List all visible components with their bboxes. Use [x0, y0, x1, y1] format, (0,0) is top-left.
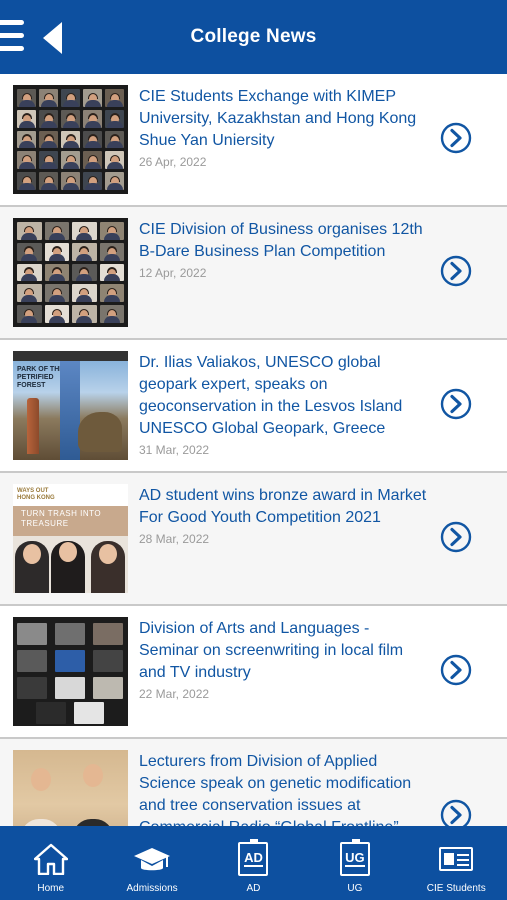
news-item[interactable]: CIE Division of Business organises 12th …: [0, 207, 507, 340]
participant-tile: [72, 263, 97, 282]
participant-tile: [39, 172, 58, 190]
participant-tile: [44, 242, 69, 261]
news-item[interactable]: CIE Students Exchange with KIMEP Univers…: [0, 74, 507, 207]
chevron-right-circle-icon[interactable]: [440, 654, 472, 686]
participant-tile: [83, 89, 102, 107]
news-title: CIE Students Exchange with KIMEP Univers…: [139, 88, 417, 149]
news-thumbnail: [13, 218, 128, 327]
participant-tile: [61, 151, 80, 170]
page-title: College News: [190, 26, 317, 47]
chevron-right-circle-icon[interactable]: [440, 122, 472, 154]
news-date: 28 Mar, 2022: [139, 532, 210, 546]
news-date: 22 Mar, 2022: [139, 687, 210, 701]
participant-tile: [17, 284, 42, 303]
participant-tile: [72, 222, 97, 240]
news-item[interactable]: WAYS OUT HONG KONG TURN TRASH INTO TREAS…: [0, 473, 507, 606]
tab-home[interactable]: Home: [1, 841, 101, 894]
news-title: CIE Division of Business organises 12th …: [139, 221, 423, 260]
participant-tile: [83, 172, 102, 190]
tab-ad[interactable]: AD AD: [203, 839, 303, 894]
news-thumbnail: WAYS OUT HONG KONG TURN TRASH INTO TREAS…: [13, 484, 128, 593]
chevron-right-circle-icon[interactable]: [440, 388, 472, 420]
participant-tile: [99, 242, 124, 261]
participant-tile: [17, 89, 36, 107]
news-item[interactable]: Division of Arts and Languages - Seminar…: [0, 606, 507, 739]
participant-tile: [17, 263, 42, 282]
chevron-right-circle-icon[interactable]: [440, 255, 472, 287]
chevron-right-circle-icon[interactable]: [440, 521, 472, 553]
news-title: Division of Arts and Languages - Seminar…: [139, 620, 404, 681]
news-item[interactable]: PARK OF THE PETRIFIED FOREST Dr. Ilias V…: [0, 340, 507, 473]
tab-admissions[interactable]: Admissions: [102, 841, 202, 894]
news-thumbnail: [13, 617, 128, 726]
participant-tile: [17, 305, 42, 323]
tab-label: Admissions: [126, 883, 178, 894]
participant-tile: [61, 109, 80, 128]
participant-tile: [72, 284, 97, 303]
news-date: 26 Apr, 2022: [139, 155, 207, 169]
tab-label: UG: [347, 883, 363, 894]
news-list: CIE Students Exchange with KIMEP Univers…: [0, 74, 507, 826]
participant-tile: [39, 130, 58, 149]
news-thumbnail: PARK OF THE PETRIFIED FOREST: [13, 351, 128, 460]
student-card-icon: [439, 847, 474, 871]
ug-badge-icon: UG: [339, 839, 370, 876]
thumbnail-slogan: TURN TRASH INTO TREASURE: [21, 509, 102, 528]
participant-tile: [44, 222, 69, 240]
participant-tile: [105, 109, 124, 128]
participant-tile: [72, 242, 97, 261]
tab-cie-students[interactable]: CIE Students: [406, 841, 506, 894]
thumbnail-logo: WAYS OUT HONG KONG: [17, 488, 55, 501]
participant-tile: [17, 172, 36, 190]
hamburger-icon[interactable]: [0, 16, 26, 56]
news-title: Lecturers from Division of Applied Scien…: [139, 753, 412, 826]
news-thumbnail: [13, 85, 128, 194]
participant-tile: [44, 284, 69, 303]
participant-tile: [72, 305, 97, 323]
tab-label: Home: [37, 883, 65, 894]
participant-tile: [39, 89, 58, 107]
tab-bar: Home Admissions AD AD UG UG CIE Students: [0, 826, 507, 900]
participant-tile: [99, 305, 124, 323]
participant-tile: [17, 242, 42, 261]
participant-tile: [99, 263, 124, 282]
chevron-right-circle-icon[interactable]: [440, 799, 472, 826]
news-thumbnail: [13, 750, 128, 826]
participant-tile: [17, 222, 42, 240]
back-arrow-icon[interactable]: [42, 21, 64, 55]
participant-tile: [99, 284, 124, 303]
participant-tile: [61, 89, 80, 107]
tab-ug[interactable]: UG UG: [305, 839, 405, 894]
participant-tile: [105, 172, 124, 190]
college-news-screen: College News CIE Students Exchange with …: [0, 0, 507, 900]
participant-tile: [39, 109, 58, 128]
participant-tile: [105, 89, 124, 107]
participant-tile: [83, 109, 102, 128]
participant-tile: [44, 305, 69, 323]
graduation-cap-icon: [134, 848, 171, 871]
participant-tile: [61, 172, 80, 190]
participant-tile: [83, 130, 102, 149]
news-title: Dr. Ilias Valiakos, UNESCO global geopar…: [139, 354, 403, 437]
participant-tile: [17, 151, 36, 170]
news-title: AD student wins bronze award in Market F…: [139, 487, 427, 526]
participant-tile: [44, 263, 69, 282]
participant-tile: [99, 222, 124, 240]
participant-tile: [61, 130, 80, 149]
participant-tile: [17, 109, 36, 128]
participant-tile: [17, 130, 36, 149]
participant-tile: [105, 151, 124, 170]
news-item[interactable]: Lecturers from Division of Applied Scien…: [0, 739, 507, 826]
tab-label: CIE Students: [426, 883, 486, 894]
participant-tile: [39, 151, 58, 170]
tab-label: AD: [246, 883, 261, 894]
participant-tile: [83, 151, 102, 170]
top-bar: College News: [0, 0, 507, 74]
news-date: 31 Mar, 2022: [139, 443, 210, 457]
participant-tile: [105, 130, 124, 149]
home-icon: [33, 843, 68, 875]
ad-badge-icon: AD: [238, 839, 269, 876]
news-date: 12 Apr, 2022: [139, 266, 207, 280]
